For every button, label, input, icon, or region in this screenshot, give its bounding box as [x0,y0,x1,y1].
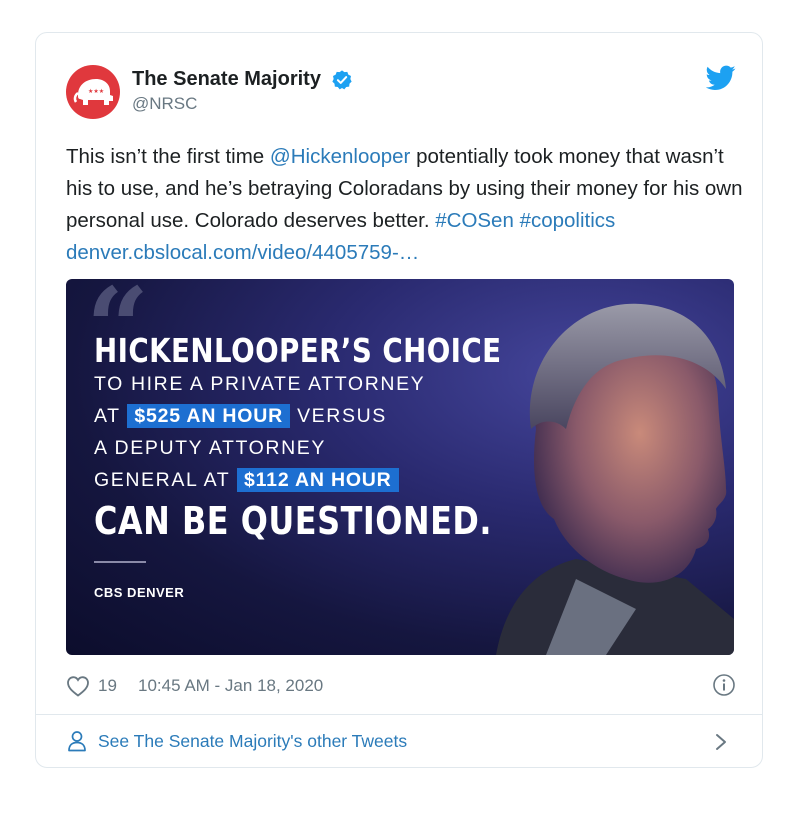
media-headline-top: HICKENLOOPER’S CHOICE [94,331,502,370]
tweet-text-segment: This isn’t the first time [66,145,270,168]
media-line-4-pre: GENERAL AT [94,469,230,491]
author-display-name[interactable]: The Senate Majority [132,68,321,91]
media-source: CBS DENVER [94,585,185,600]
media-divider [94,561,146,563]
author-names: The Senate Majority @NRSC [132,68,353,114]
see-other-tweets-label[interactable]: See The Senate Majority's other Tweets [98,731,407,752]
tweet-link[interactable]: #copolitics [520,209,616,232]
heart-icon[interactable] [66,675,90,697]
tweet-header: ★★★ The Senate Majority @NRSC [66,65,736,121]
tweet-link[interactable]: #COSen [435,209,514,232]
media-line-2: AT $525 AN HOUR VERSUS [94,404,387,428]
verified-badge-icon [332,69,353,89]
tweet-link[interactable]: denver.cbslocal.com/video/4405759-… [66,241,419,264]
chevron-right-icon[interactable] [714,732,728,752]
svg-text:★★★: ★★★ [88,88,104,95]
person-icon [68,731,86,752]
media-highlight-525: $525 AN HOUR [127,404,291,428]
avatar[interactable]: ★★★ [66,65,120,119]
media-line-2-pre: AT [94,405,121,427]
tweet-card: ★★★ The Senate Majority @NRSC This isn’t… [35,32,763,768]
like-count[interactable]: 19 [98,676,117,696]
media-line-1: TO HIRE A PRIVATE ATTORNEY [94,373,426,395]
footer-divider [36,714,762,715]
twitter-bird-icon[interactable] [706,65,736,91]
elephant-logo-icon: ★★★ [73,79,113,105]
tweet-meta: 19 10:45 AM - Jan 18, 2020 [66,673,736,701]
info-icon[interactable] [712,673,736,697]
author-handle[interactable]: @NRSC [132,94,353,114]
tweet-text: This isn’t the first time @Hickenlooper … [66,141,746,269]
media-line-4: GENERAL AT $112 AN HOUR [94,468,399,492]
tweet-media-image[interactable]: “ HICKENLOOPER’S CHOICE TO HIRE A PRIVAT… [66,279,734,655]
media-line-2-post: VERSUS [297,405,387,427]
see-other-tweets-link[interactable]: See The Senate Majority's other Tweets [66,727,736,757]
media-highlight-112: $112 AN HOUR [236,468,399,492]
tweet-timestamp[interactable]: 10:45 AM - Jan 18, 2020 [138,676,323,696]
media-line-3: A DEPUTY ATTORNEY [94,437,327,459]
media-headline-bottom: CAN BE QUESTIONED. [94,499,493,543]
tweet-link[interactable]: @Hickenlooper [270,145,410,168]
